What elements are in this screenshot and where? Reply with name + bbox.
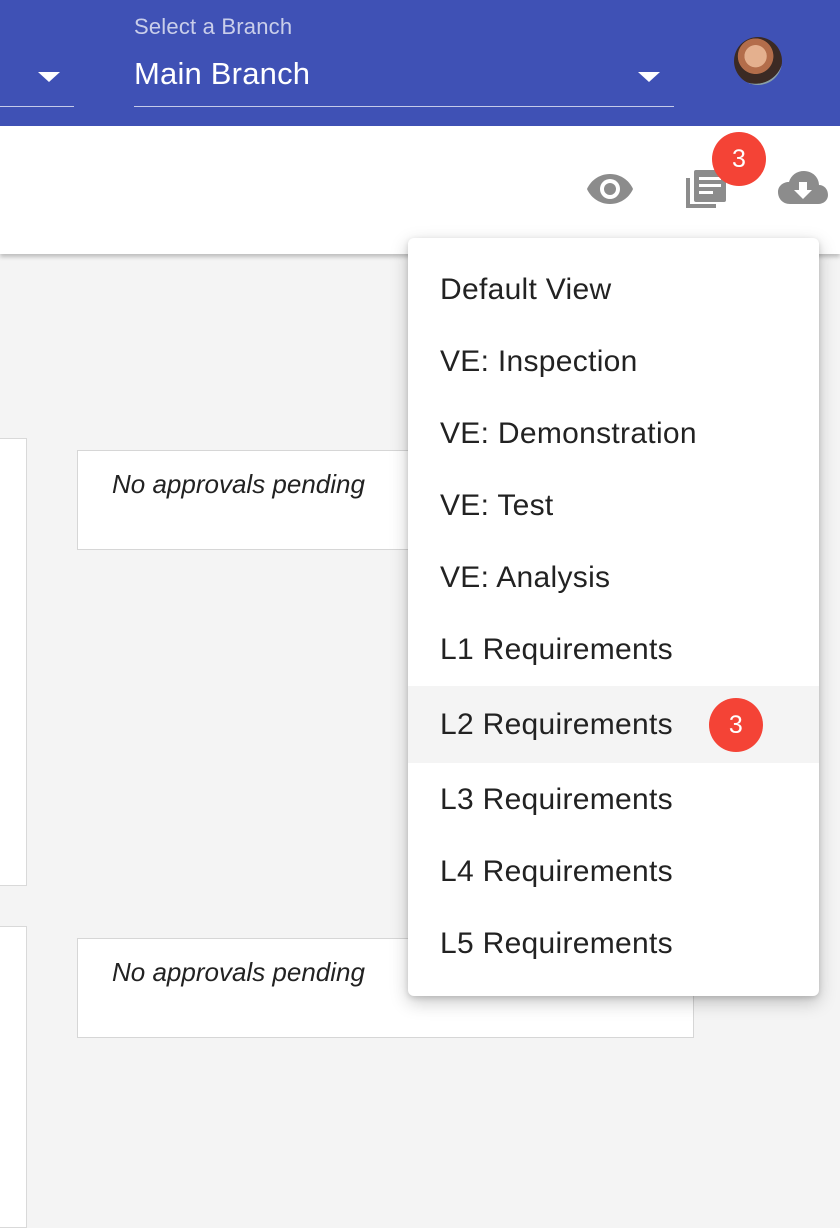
cloud-download-icon[interactable] xyxy=(778,170,828,206)
menu-item-label: VE: Analysis xyxy=(440,561,611,594)
menu-item-badge: 3 xyxy=(709,698,763,752)
menu-item-l2-requirements[interactable]: L2 Requirements 3 xyxy=(408,686,819,763)
menu-item-ve-demonstration[interactable]: VE: Demonstration xyxy=(408,398,819,470)
menu-item-label: L3 Requirements xyxy=(440,783,673,816)
menu-item-l1-requirements[interactable]: L1 Requirements xyxy=(408,614,819,686)
menu-item-label: L5 Requirements xyxy=(440,927,673,960)
left-panel xyxy=(0,926,27,1228)
branch-select-value[interactable]: Main Branch xyxy=(134,56,310,92)
top-app-bar: Select a Branch Main Branch xyxy=(0,0,840,126)
notification-badge: 3 xyxy=(712,132,766,186)
avatar[interactable] xyxy=(734,37,782,85)
menu-item-l5-requirements[interactable]: L5 Requirements xyxy=(408,908,819,980)
menu-item-label: L2 Requirements xyxy=(440,708,673,741)
menu-item-label: VE: Demonstration xyxy=(440,417,697,450)
menu-item-ve-analysis[interactable]: VE: Analysis xyxy=(408,542,819,614)
menu-item-ve-inspection[interactable]: VE: Inspection xyxy=(408,326,819,398)
menu-item-label: VE: Inspection xyxy=(440,345,638,378)
chevron-down-icon[interactable] xyxy=(38,72,60,82)
eye-icon[interactable] xyxy=(586,172,634,206)
menu-item-label: Default View xyxy=(440,273,612,306)
view-toolbar xyxy=(0,126,840,254)
menu-item-l4-requirements[interactable]: L4 Requirements xyxy=(408,836,819,908)
branch-select-label: Select a Branch xyxy=(134,14,293,39)
left-select-underline xyxy=(0,106,74,107)
menu-item-ve-test[interactable]: VE: Test xyxy=(408,470,819,542)
view-menu: Default View VE: Inspection VE: Demonstr… xyxy=(408,238,819,996)
left-panel xyxy=(0,438,27,886)
menu-item-l3-requirements[interactable]: L3 Requirements xyxy=(408,764,819,836)
menu-item-label: L1 Requirements xyxy=(440,633,673,666)
approvals-empty-text: No approvals pending xyxy=(112,469,365,499)
menu-item-label: VE: Test xyxy=(440,489,554,522)
chevron-down-icon[interactable] xyxy=(638,72,660,82)
menu-item-default-view[interactable]: Default View xyxy=(408,254,819,326)
menu-item-label: L4 Requirements xyxy=(440,855,673,888)
branch-select-underline xyxy=(134,106,674,107)
approvals-empty-text: No approvals pending xyxy=(112,957,365,987)
